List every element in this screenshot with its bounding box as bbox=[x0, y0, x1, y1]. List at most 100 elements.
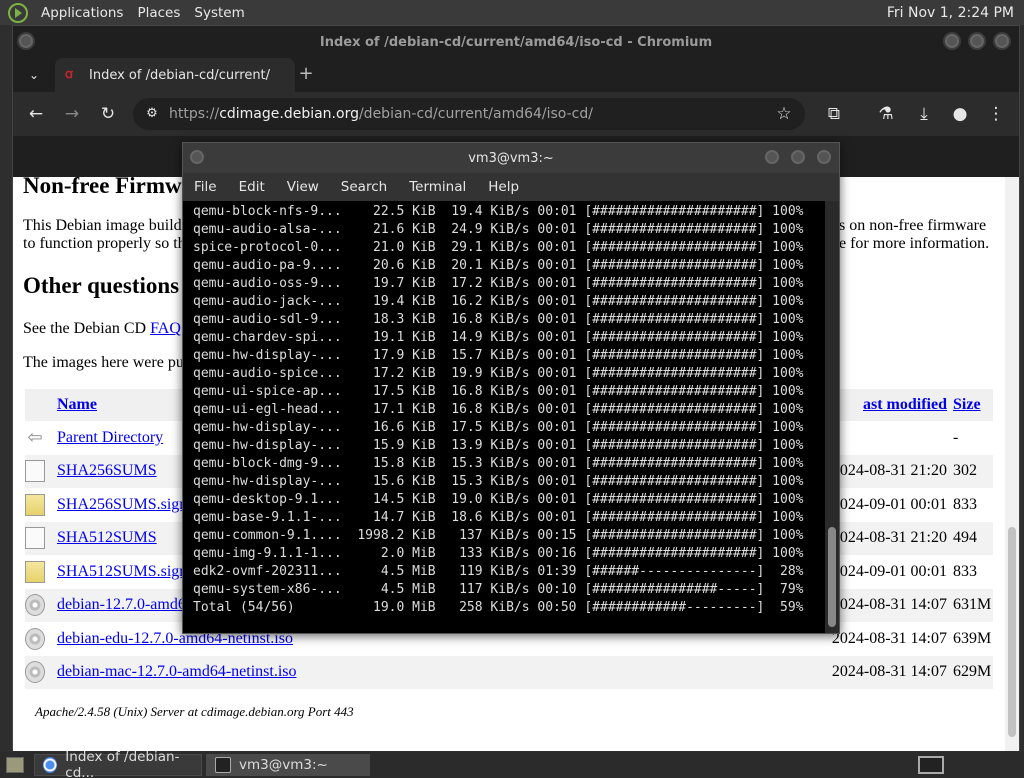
back-arrow-icon[interactable]: ← bbox=[25, 104, 47, 124]
debian-favicon-icon: ꭤ bbox=[65, 67, 73, 82]
workspace-switcher-icon[interactable] bbox=[918, 756, 944, 774]
file-link[interactable]: SHA512SUMS.sign bbox=[57, 563, 187, 580]
url-scheme: https:// bbox=[169, 106, 220, 122]
faq-link[interactable]: FAQ bbox=[150, 320, 181, 337]
file-link[interactable]: SHA256SUMS.sign bbox=[57, 496, 187, 513]
modified-cell: 2024-08-31 21:20 bbox=[827, 521, 947, 555]
file-link[interactable]: debian-mac-12.7.0-amd64-netinst.iso bbox=[57, 663, 297, 680]
terminal-line: qemu-audio-spice... 17.2 KiB 19.9 KiB/s … bbox=[193, 366, 804, 381]
terminal-output[interactable]: qemu-block-nfs-9... 22.5 KiB 19.4 KiB/s … bbox=[183, 201, 827, 633]
bookmark-star-icon[interactable]: ☆ bbox=[773, 104, 795, 124]
distro-logo-icon[interactable] bbox=[8, 2, 28, 23]
terminal-window-menu-icon[interactable] bbox=[188, 148, 206, 166]
applications-menu[interactable]: Applications bbox=[34, 5, 130, 21]
terminal-line: qemu-audio-sdl-9... 18.3 KiB 16.8 KiB/s … bbox=[193, 312, 804, 327]
window-menu-icon[interactable] bbox=[17, 32, 35, 50]
terminal-menubar: File Edit View Search Terminal Help bbox=[183, 173, 839, 201]
show-desktop-icon[interactable] bbox=[6, 757, 24, 773]
taskbar-item-terminal[interactable]: vm3@vm3:~ bbox=[206, 754, 370, 776]
new-tab-icon[interactable]: + bbox=[295, 64, 317, 84]
labs-flask-icon[interactable]: ⚗ bbox=[875, 104, 897, 124]
modified-cell: 2024-08-31 14:07 bbox=[827, 588, 947, 622]
menu-view[interactable]: View bbox=[276, 179, 330, 195]
menu-help[interactable]: Help bbox=[477, 179, 530, 195]
tab-title: Index of /debian-cd/current/ bbox=[89, 67, 271, 83]
browser-titlebar[interactable]: Index of /debian-cd/current/amd64/iso-cd… bbox=[13, 26, 1019, 58]
sort-by-modified-link[interactable]: ast modified bbox=[863, 396, 947, 413]
terminal-minimize-icon[interactable] bbox=[763, 148, 781, 166]
download-icon[interactable]: ⤓ bbox=[913, 104, 935, 124]
taskbar-item-label: Index of /debian-cd... bbox=[65, 749, 180, 778]
table-row: debian-mac-12.7.0-amd64-netinst.iso 2024… bbox=[25, 655, 993, 689]
page-scrollbar-thumb[interactable] bbox=[1008, 527, 1016, 737]
terminal-line: qemu-block-nfs-9... 22.5 KiB 19.4 KiB/s … bbox=[193, 204, 804, 219]
size-cell: 639M bbox=[947, 622, 993, 656]
taskbar-item-label: vm3@vm3:~ bbox=[239, 757, 328, 773]
clock[interactable]: Fri Nov 1, 2:24 PM bbox=[887, 5, 1024, 21]
file-link[interactable]: SHA512SUMS bbox=[57, 529, 157, 546]
faq-sentence: See the Debian CD FAQ bbox=[23, 320, 181, 338]
browser-toolbar: ← → ↻ ⚙ https://cdimage.debian.org/debia… bbox=[13, 92, 1019, 136]
text-file-icon bbox=[25, 527, 45, 550]
signature-file-icon bbox=[25, 560, 45, 583]
terminal-line: qemu-hw-display-... 15.9 KiB 13.9 KiB/s … bbox=[193, 438, 804, 453]
terminal-line: qemu-hw-display-... 15.6 KiB 15.3 KiB/s … bbox=[193, 474, 804, 489]
sort-by-size-link[interactable]: Size bbox=[953, 396, 981, 413]
minimize-icon[interactable] bbox=[943, 32, 961, 50]
file-link[interactable]: debian-12.7.0-amd6 bbox=[57, 596, 186, 613]
terminal-line: qemu-audio-alsa-... 21.6 KiB 24.9 KiB/s … bbox=[193, 222, 804, 237]
terminal-line: qemu-base-9.1.1-... 14.7 KiB 18.6 KiB/s … bbox=[193, 510, 804, 525]
paragraph-line-1-right: s on non-free firmware bbox=[839, 217, 987, 234]
browser-window-title: Index of /debian-cd/current/amd64/iso-cd… bbox=[319, 34, 713, 50]
terminal-scrollbar[interactable] bbox=[825, 201, 839, 633]
menu-file[interactable]: File bbox=[183, 179, 228, 195]
size-cell: 629M bbox=[947, 655, 993, 689]
sort-by-name-link[interactable]: Name bbox=[57, 396, 97, 413]
faq-prefix: See the Debian CD bbox=[23, 320, 151, 337]
chromium-icon bbox=[43, 757, 58, 773]
terminal-line: edk2-ovmf-202311... 4.5 MiB 119 KiB/s 01… bbox=[193, 564, 804, 579]
more-menu-icon[interactable]: ⋮ bbox=[985, 104, 1007, 124]
modified-cell: 2024-09-01 00:01 bbox=[827, 488, 947, 522]
site-info-icon[interactable]: ⚙ bbox=[141, 104, 163, 124]
modified-cell: 2024-08-31 14:07 bbox=[827, 622, 947, 656]
terminal-line: qemu-hw-display-... 16.6 KiB 17.5 KiB/s … bbox=[193, 420, 804, 435]
terminal-line: qemu-desktop-9.1... 14.5 KiB 19.0 KiB/s … bbox=[193, 492, 804, 507]
terminal-line: qemu-audio-jack-... 19.4 KiB 16.2 KiB/s … bbox=[193, 294, 804, 309]
url-host: cdimage.debian.org bbox=[219, 106, 359, 122]
terminal-line: qemu-block-dmg-9... 15.8 KiB 15.3 KiB/s … bbox=[193, 456, 804, 471]
menu-terminal[interactable]: Terminal bbox=[398, 179, 477, 195]
signature-file-icon bbox=[25, 493, 45, 516]
terminal-line: qemu-img-9.1.1-1... 2.0 MiB 133 KiB/s 00… bbox=[193, 546, 804, 561]
tab-strip: ⌄ ꭤ Index of /debian-cd/current/ + bbox=[13, 58, 1019, 92]
page-scrollbar[interactable] bbox=[1005, 177, 1019, 751]
terminal-title: vm3@vm3:~ bbox=[468, 150, 554, 166]
address-bar[interactable]: ⚙ https://cdimage.debian.org/debian-cd/c… bbox=[133, 98, 805, 130]
terminal-titlebar[interactable]: vm3@vm3:~ bbox=[183, 143, 839, 173]
server-signature: Apache/2.4.58 (Unix) Server at cdimage.d… bbox=[35, 704, 354, 719]
terminal-close-icon[interactable] bbox=[815, 148, 833, 166]
taskbar-item-browser[interactable]: Index of /debian-cd... bbox=[34, 749, 202, 778]
reload-icon[interactable]: ↻ bbox=[97, 104, 119, 124]
profile-avatar-icon[interactable]: ● bbox=[949, 104, 971, 124]
size-cell: 494 bbox=[947, 521, 993, 555]
system-menu[interactable]: System bbox=[187, 5, 251, 21]
terminal-maximize-icon[interactable] bbox=[789, 148, 807, 166]
menu-edit[interactable]: Edit bbox=[228, 179, 276, 195]
file-link[interactable]: Parent Directory bbox=[57, 429, 163, 446]
menu-search[interactable]: Search bbox=[330, 179, 398, 195]
tab-debian-index[interactable]: ꭤ Index of /debian-cd/current/ bbox=[55, 58, 295, 92]
places-menu[interactable]: Places bbox=[130, 5, 187, 21]
forward-arrow-icon[interactable]: → bbox=[61, 104, 83, 124]
paragraph-line-2-left: to function properly so th bbox=[23, 235, 186, 252]
tab-search-chevron-icon[interactable]: ⌄ bbox=[23, 65, 45, 85]
maximize-icon[interactable] bbox=[968, 32, 986, 50]
disc-image-icon bbox=[25, 627, 45, 650]
extensions-icon[interactable]: ⧉ bbox=[823, 104, 845, 124]
terminal-scrollbar-thumb[interactable] bbox=[828, 527, 836, 627]
modified-cell: 2024-09-01 00:01 bbox=[827, 555, 947, 589]
size-cell: - bbox=[947, 421, 993, 455]
close-icon[interactable] bbox=[993, 32, 1011, 50]
file-link[interactable]: SHA256SUMS bbox=[57, 462, 157, 479]
modified-cell: 2024-08-31 21:20 bbox=[827, 454, 947, 488]
